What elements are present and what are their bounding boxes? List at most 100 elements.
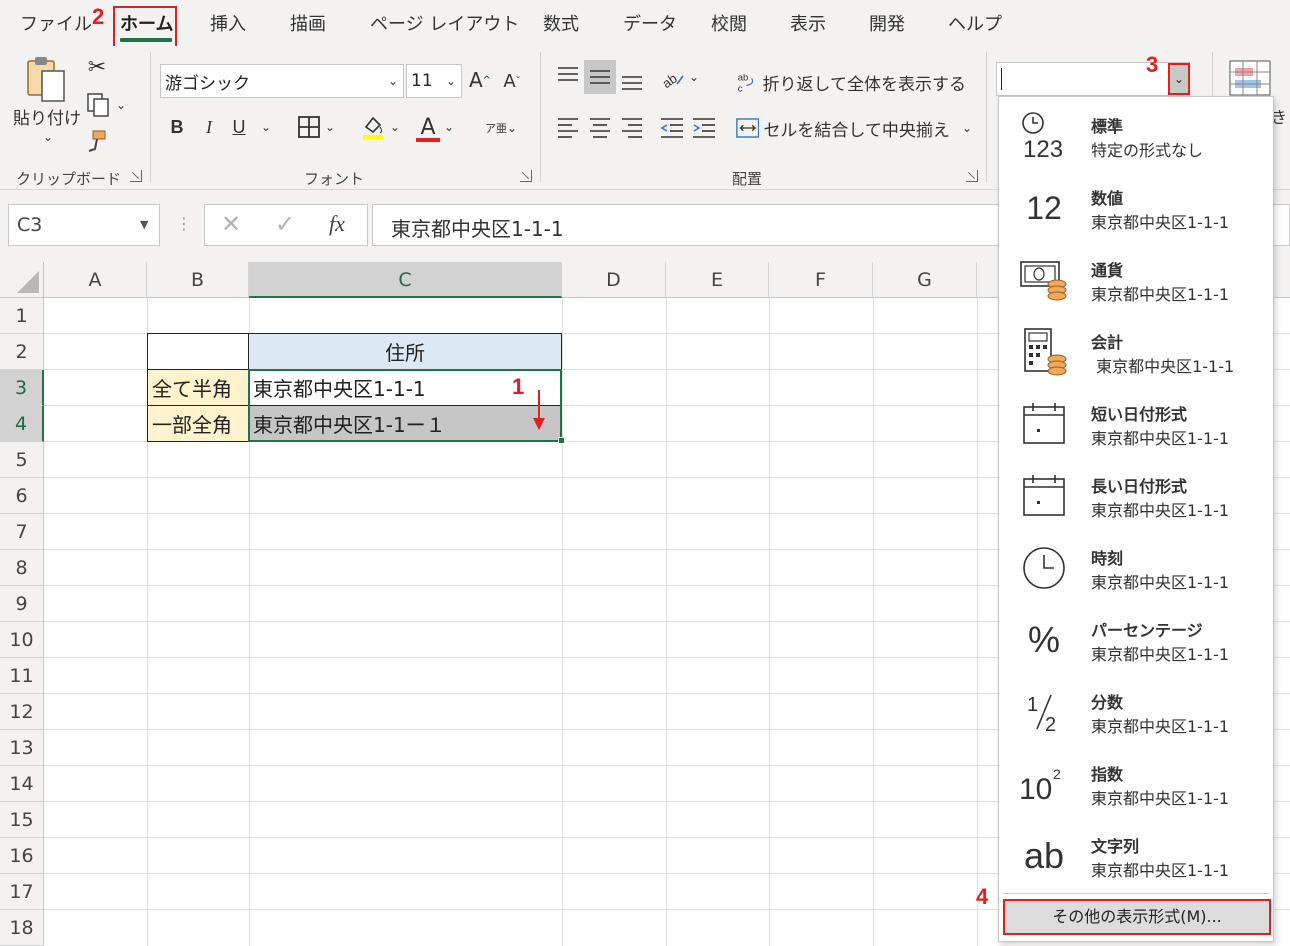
font-size-combo[interactable]: 11 ⌄ — [406, 64, 462, 98]
name-box-dropdown-icon[interactable]: ▼ — [140, 218, 148, 231]
font-name-combo[interactable]: 游ゴシック ⌄ — [160, 64, 404, 98]
row-header-12[interactable]: 12 — [0, 694, 44, 730]
format-option-accounting[interactable]: 会計 東京都中央区1-1-1 — [999, 315, 1273, 387]
row-header-9[interactable]: 9 — [0, 586, 44, 622]
column-header-c[interactable]: C — [249, 262, 562, 298]
format-painter-icon[interactable] — [84, 126, 110, 156]
fill-color-button[interactable]: ⌄ — [356, 112, 404, 142]
align-right-icon[interactable] — [618, 112, 646, 142]
group-divider — [986, 52, 987, 182]
format-option-short-date[interactable]: 短い日付形式 東京都中央区1-1-1 — [999, 387, 1273, 459]
fill-handle[interactable] — [558, 437, 565, 444]
more-number-formats-button[interactable]: その他の表示形式(M)... — [1003, 899, 1271, 935]
column-header-a[interactable]: A — [44, 262, 147, 298]
tab-developer[interactable]: 開発 — [869, 10, 905, 36]
format-option-scientific[interactable]: 10 2 指数 東京都中央区1-1-1 — [999, 747, 1273, 819]
conditional-formatting-icon[interactable] — [1228, 58, 1272, 98]
alignment-launcher-icon[interactable] — [966, 170, 978, 182]
tab-file[interactable]: ファイル — [20, 10, 92, 36]
merge-center-button[interactable]: セルを結合して中央揃え ⌄ — [736, 112, 972, 144]
format-option-percentage[interactable]: % パーセンテージ 東京都中央区1-1-1 — [999, 603, 1273, 675]
row-header-13[interactable]: 13 — [0, 730, 44, 766]
svg-text:ab: ab — [659, 71, 679, 90]
row-header-1[interactable]: 1 — [0, 298, 44, 334]
format-option-number[interactable]: 12 数値 東京都中央区1-1-1 — [999, 171, 1273, 243]
row-header-18[interactable]: 18 — [0, 910, 44, 946]
format-option-currency[interactable]: 通貨 東京都中央区1-1-1 — [999, 243, 1273, 315]
tab-page-layout[interactable]: ページ レイアウト — [370, 10, 519, 36]
copy-icon[interactable]: ⌄ — [82, 90, 130, 120]
orientation-button[interactable]: ab ⌄ — [656, 60, 702, 94]
align-bottom-icon[interactable] — [618, 66, 646, 96]
column-header-b[interactable]: B — [147, 262, 249, 298]
grow-font-button[interactable]: A ^ — [466, 64, 494, 96]
number-format-combo[interactable] — [996, 62, 1190, 96]
row-header-16[interactable]: 16 — [0, 838, 44, 874]
align-left-icon[interactable] — [554, 112, 582, 142]
select-all-button[interactable] — [0, 262, 44, 298]
row-header-4[interactable]: 4 — [0, 406, 44, 442]
format-option-name: 文字列 — [1091, 837, 1140, 856]
row-header-3[interactable]: 3 — [0, 370, 44, 406]
row-header-11[interactable]: 11 — [0, 658, 44, 694]
align-top-icon[interactable] — [554, 60, 582, 90]
clipboard-launcher-icon[interactable] — [130, 170, 142, 182]
wrap-text-button[interactable]: ab c 折り返して全体を表示する — [736, 66, 966, 98]
paste-icon[interactable] — [14, 54, 78, 106]
column-header-d[interactable]: D — [562, 262, 666, 298]
cell-b4[interactable]: 一部全角 — [147, 405, 249, 442]
align-center-icon[interactable] — [586, 112, 614, 142]
paste-label[interactable]: 貼り付け — [13, 104, 81, 129]
format-option-general[interactable]: 123 標準 特定の形式なし — [999, 99, 1273, 171]
number-format-dropdown-button[interactable]: ⌄ — [1168, 63, 1190, 95]
step-marker-4: 4 — [976, 884, 989, 909]
row-header-17[interactable]: 17 — [0, 874, 44, 910]
bold-button[interactable]: B — [166, 112, 188, 142]
increase-indent-icon[interactable] — [690, 112, 718, 142]
font-launcher-icon[interactable] — [520, 170, 532, 182]
row-header-8[interactable]: 8 — [0, 550, 44, 586]
chevron-down-icon[interactable]: ⌄ — [446, 74, 456, 88]
step-marker-2: 2 — [92, 4, 105, 29]
tab-help[interactable]: ヘルプ — [948, 10, 1002, 36]
tab-view[interactable]: 表示 — [790, 10, 826, 36]
row-header-6[interactable]: 6 — [0, 478, 44, 514]
cell-b2[interactable] — [147, 333, 249, 370]
column-header-f[interactable]: F — [769, 262, 873, 298]
cell-b3[interactable]: 全て半角 — [147, 369, 249, 406]
tab-review[interactable]: 校閲 — [711, 10, 747, 36]
paste-dropdown-chevron-icon[interactable]: ⌄ — [38, 130, 58, 144]
italic-button[interactable]: I — [198, 112, 220, 142]
tab-insert[interactable]: 挿入 — [210, 10, 246, 36]
tab-data[interactable]: データ — [623, 10, 677, 36]
align-middle-icon[interactable] — [584, 60, 616, 94]
column-header-e[interactable]: E — [666, 262, 769, 298]
insert-function-icon[interactable]: fx — [329, 211, 345, 237]
chevron-down-icon[interactable]: ⌄ — [388, 74, 398, 88]
font-color-button[interactable]: A ⌄ — [410, 110, 460, 144]
name-box[interactable]: C3 — [8, 204, 160, 246]
cut-icon[interactable]: ✂ — [84, 52, 110, 82]
tab-formulas[interactable]: 数式 — [543, 10, 579, 36]
format-option-fraction[interactable]: 12 分数 東京都中央区1-1-1 — [999, 675, 1273, 747]
enter-icon[interactable]: ✓ — [275, 210, 295, 238]
borders-button[interactable]: ⌄ — [290, 112, 342, 142]
row-header-2[interactable]: 2 — [0, 334, 44, 370]
row-header-15[interactable]: 15 — [0, 802, 44, 838]
underline-button[interactable]: U — [228, 112, 250, 142]
format-option-long-date[interactable]: 長い日付形式 東京都中央区1-1-1 — [999, 459, 1273, 531]
underline-dropdown-chevron-icon[interactable]: ⌄ — [256, 112, 276, 142]
row-header-10[interactable]: 10 — [0, 622, 44, 658]
phonetic-guide-button[interactable]: ア亜 ⌄ — [476, 112, 526, 144]
shrink-font-button[interactable]: Aˇ — [498, 66, 526, 96]
row-header-5[interactable]: 5 — [0, 442, 44, 478]
column-header-g[interactable]: G — [873, 262, 977, 298]
cell-c2-header[interactable]: 住所 — [248, 333, 562, 370]
format-option-text[interactable]: ab 文字列 東京都中央区1-1-1 — [999, 819, 1273, 891]
format-option-time[interactable]: 時刻 東京都中央区1-1-1 — [999, 531, 1273, 603]
row-header-7[interactable]: 7 — [0, 514, 44, 550]
cancel-icon[interactable]: ✕ — [221, 210, 241, 238]
row-header-14[interactable]: 14 — [0, 766, 44, 802]
tab-draw[interactable]: 描画 — [290, 10, 326, 36]
decrease-indent-icon[interactable] — [658, 112, 686, 142]
